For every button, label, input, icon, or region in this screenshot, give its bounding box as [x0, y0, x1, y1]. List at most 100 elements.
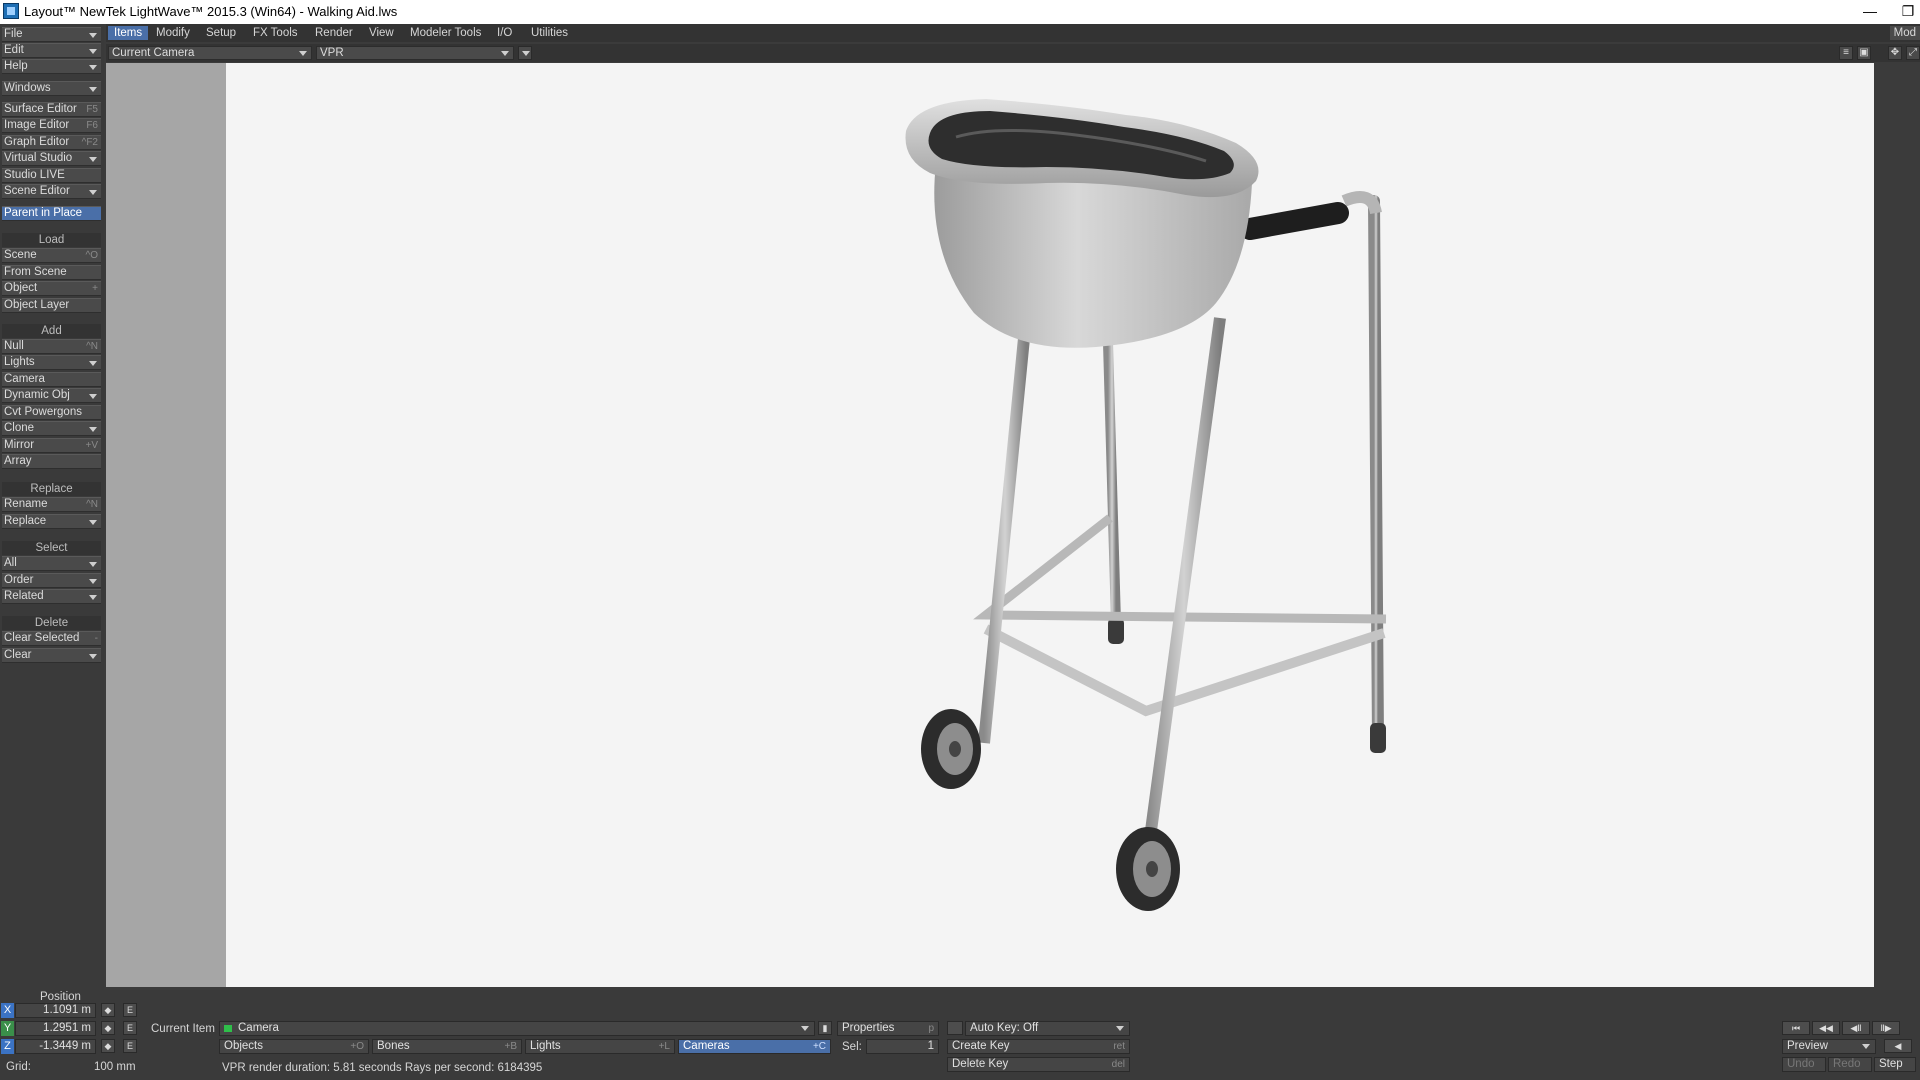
- image-editor-button[interactable]: Image Editor F6: [2, 118, 101, 133]
- vpr-options-dropdown[interactable]: [518, 46, 532, 60]
- shortcut-label: ^F2: [81, 137, 98, 148]
- virtual-studio-button[interactable]: Virtual Studio: [2, 151, 101, 166]
- play-forward-icon[interactable]: Ⅱ▶: [1872, 1021, 1900, 1035]
- z-envelope-button[interactable]: E: [123, 1039, 137, 1053]
- properties-label: Properties: [842, 1022, 895, 1034]
- select-all-button[interactable]: All: [2, 556, 101, 571]
- load-object-button[interactable]: Object +: [2, 281, 101, 296]
- load-from-scene-button[interactable]: From Scene: [2, 265, 101, 280]
- tab-modeler-tools[interactable]: Modeler Tools: [404, 26, 487, 40]
- y-position-field[interactable]: 1.2951 m: [15, 1021, 96, 1036]
- clone-button[interactable]: Clone: [2, 421, 101, 436]
- x-drag-arrows-icon[interactable]: ◆: [101, 1003, 115, 1017]
- graph-editor-button[interactable]: Graph Editor ^F2: [2, 135, 101, 150]
- auto-key-dropdown[interactable]: Auto Key: Off: [965, 1021, 1130, 1036]
- file-menu-label: File: [4, 28, 23, 40]
- previous-key-icon[interactable]: ◀◀: [1812, 1021, 1840, 1035]
- virtual-studio-label: Virtual Studio: [4, 152, 73, 164]
- step-back-icon[interactable]: ◀: [1884, 1039, 1912, 1053]
- list-icon[interactable]: ≡: [1839, 46, 1853, 60]
- view-mode-dropdown[interactable]: Current Camera: [108, 46, 312, 60]
- save-icon[interactable]: ▣: [1857, 46, 1871, 60]
- add-lights-button[interactable]: Lights: [2, 355, 101, 370]
- lights-label: Lights: [530, 1040, 561, 1052]
- x-envelope-button[interactable]: E: [123, 1003, 137, 1017]
- load-scene-button[interactable]: Scene ^O: [2, 248, 101, 263]
- cameras-filter-button[interactable]: Cameras +C: [678, 1039, 831, 1054]
- render-mode-dropdown[interactable]: VPR: [316, 46, 514, 60]
- x-position-field[interactable]: 1.1091 m: [15, 1003, 96, 1018]
- tab-setup[interactable]: Setup: [200, 26, 242, 40]
- tab-render[interactable]: Render: [309, 26, 359, 40]
- move-view-icon[interactable]: ✥: [1888, 46, 1902, 60]
- current-item-value: Camera: [238, 1022, 279, 1034]
- rename-button[interactable]: Rename ^N: [2, 497, 101, 512]
- delete-key-button[interactable]: Delete Key del: [947, 1057, 1130, 1072]
- shortcut-label: +B: [504, 1041, 517, 1052]
- select-section-header: Select: [2, 541, 101, 555]
- load-object-layer-button[interactable]: Object Layer: [2, 298, 101, 313]
- scene-editor-button[interactable]: Scene Editor: [2, 184, 101, 199]
- y-drag-arrows-icon[interactable]: ◆: [101, 1021, 115, 1035]
- cvt-powergons-button[interactable]: Cvt Powergons: [2, 405, 101, 420]
- add-dynamic-obj-button[interactable]: Dynamic Obj: [2, 388, 101, 403]
- tab-modify[interactable]: Modify: [150, 26, 196, 40]
- clear-selected-button[interactable]: Clear Selected -: [2, 631, 101, 646]
- tab-items[interactable]: Items: [108, 26, 149, 40]
- clear-button[interactable]: Clear: [2, 648, 101, 663]
- z-position-field[interactable]: -1.3449 m: [15, 1039, 96, 1054]
- properties-button[interactable]: Properties p: [837, 1021, 939, 1036]
- vpr-render-area[interactable]: [226, 63, 1874, 987]
- restore-button[interactable]: ❐: [1888, 0, 1920, 24]
- windows-menu[interactable]: Windows: [2, 81, 101, 96]
- shortcut-label: F5: [86, 104, 98, 115]
- y-envelope-button[interactable]: E: [123, 1021, 137, 1035]
- select-order-button[interactable]: Order: [2, 573, 101, 588]
- preview-dropdown[interactable]: Preview: [1782, 1039, 1876, 1054]
- current-item-dropdown[interactable]: Camera: [219, 1021, 815, 1036]
- undo-button[interactable]: Undo: [1782, 1057, 1826, 1072]
- studio-live-button[interactable]: Studio LIVE: [2, 168, 101, 183]
- add-camera-button[interactable]: Camera: [2, 372, 101, 387]
- z-drag-arrows-icon[interactable]: ◆: [101, 1039, 115, 1053]
- clone-label: Clone: [4, 422, 35, 434]
- mirror-button[interactable]: Mirror +V: [2, 438, 101, 453]
- auto-key-toggle[interactable]: [947, 1021, 963, 1035]
- shortcut-label: ^N: [86, 499, 98, 510]
- tab-io[interactable]: I/O: [491, 26, 518, 40]
- clear-selected-label: Clear Selected: [4, 632, 80, 644]
- surface-editor-button[interactable]: Surface Editor F5: [2, 102, 101, 117]
- mirror-label: Mirror: [4, 439, 35, 451]
- array-button[interactable]: Array: [2, 454, 101, 469]
- surface-editor-label: Surface Editor: [4, 103, 77, 115]
- create-key-button[interactable]: Create Key ret: [947, 1039, 1130, 1054]
- shortcut-label: +: [92, 283, 98, 294]
- viewport[interactable]: [106, 63, 1874, 987]
- chevron-down-icon: [89, 87, 97, 92]
- shortcut-label: del: [1111, 1059, 1125, 1070]
- parent-in-place-toggle[interactable]: Parent in Place: [2, 206, 101, 221]
- edit-menu[interactable]: Edit: [2, 43, 101, 58]
- maximize-view-icon[interactable]: ⤢: [1906, 46, 1920, 60]
- tab-utilities[interactable]: Utilities: [525, 26, 574, 40]
- help-menu[interactable]: Help: [2, 59, 101, 74]
- add-null-button[interactable]: Null ^N: [2, 339, 101, 354]
- redo-button[interactable]: Redo: [1828, 1057, 1872, 1072]
- file-menu[interactable]: File: [2, 27, 101, 42]
- go-to-start-icon[interactable]: ⏮: [1782, 1021, 1810, 1035]
- y-axis-label: Y: [1, 1021, 14, 1036]
- shortcut-label: ^O: [85, 250, 98, 261]
- step-button[interactable]: Step: [1874, 1057, 1916, 1072]
- bones-filter-button[interactable]: Bones +B: [372, 1039, 522, 1054]
- load-object-layer-label: Object Layer: [4, 299, 70, 311]
- replace-button[interactable]: Replace: [2, 514, 101, 529]
- item-info-icon[interactable]: ▮: [818, 1021, 832, 1035]
- minimize-button[interactable]: —: [1850, 0, 1890, 24]
- select-related-button[interactable]: Related: [2, 589, 101, 604]
- tab-fx-tools[interactable]: FX Tools: [247, 26, 304, 40]
- lights-filter-button[interactable]: Lights +L: [525, 1039, 675, 1054]
- tab-view[interactable]: View: [363, 26, 400, 40]
- objects-filter-button[interactable]: Objects +O: [219, 1039, 369, 1054]
- play-reverse-icon[interactable]: ◀Ⅱ: [1842, 1021, 1870, 1035]
- tab-modeler[interactable]: Mod: [1889, 26, 1920, 40]
